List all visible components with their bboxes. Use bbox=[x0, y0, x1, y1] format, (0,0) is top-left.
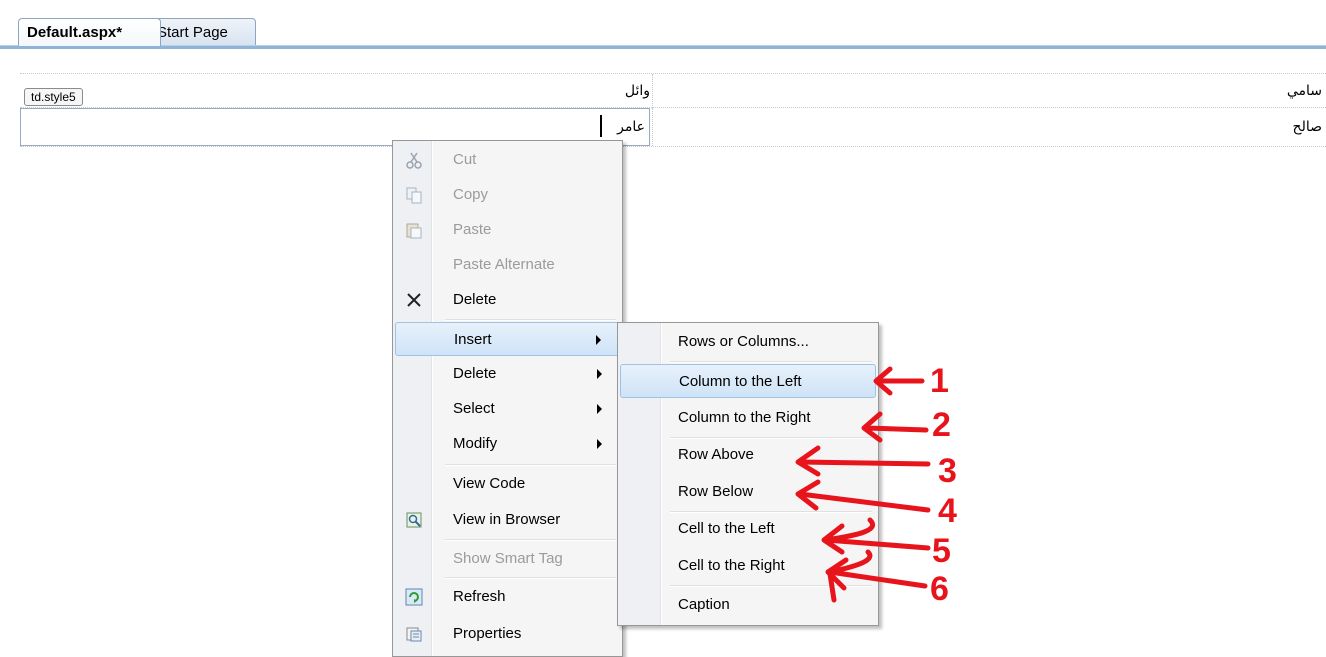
arrow-1 bbox=[873, 366, 925, 396]
tab-default-aspx[interactable]: Default.aspx* bbox=[18, 18, 161, 46]
annotation-number: 1 bbox=[930, 362, 949, 400]
annotation-number: 4 bbox=[938, 492, 957, 530]
annotation-arrows bbox=[795, 366, 931, 603]
arrow-5 bbox=[821, 517, 931, 555]
annotation-number: 6 bbox=[930, 570, 949, 608]
annotation-number: 3 bbox=[938, 452, 957, 490]
annotation-number: 5 bbox=[932, 532, 951, 570]
arrow-2 bbox=[861, 411, 929, 443]
arrow-6 bbox=[825, 549, 928, 603]
annotation-number: 2 bbox=[932, 406, 951, 444]
arrow-3 bbox=[795, 445, 931, 477]
arrow-4 bbox=[795, 479, 931, 513]
